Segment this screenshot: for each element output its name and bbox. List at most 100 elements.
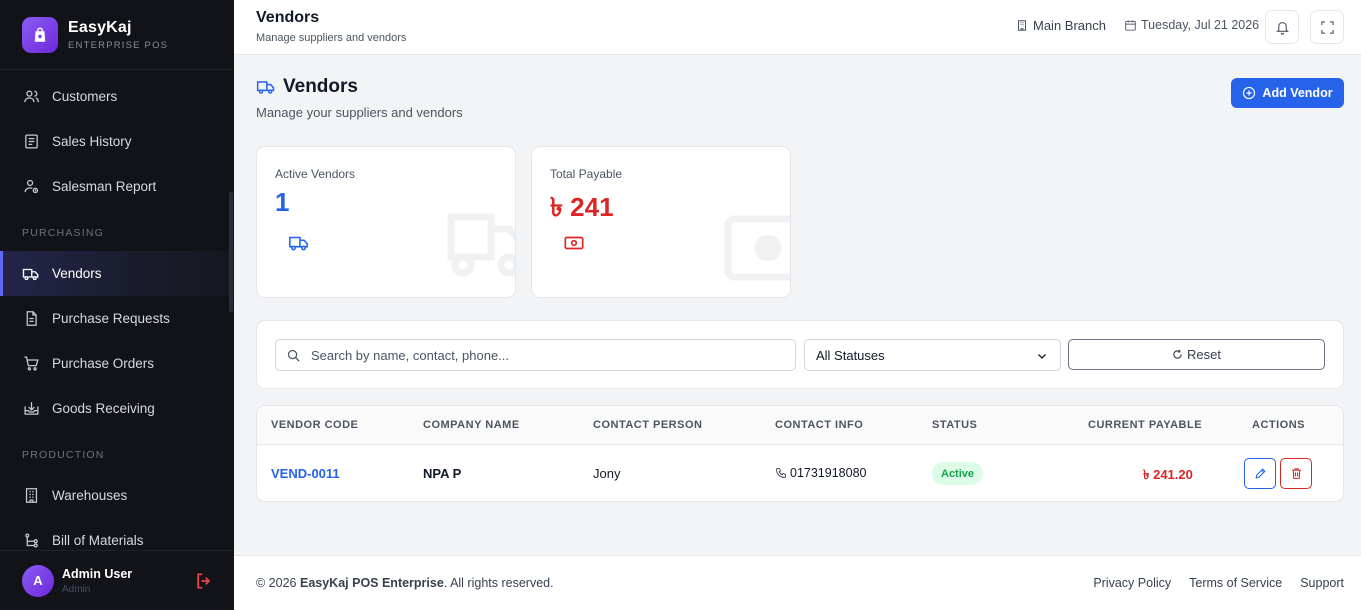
copyright: © 2026 EasyKaj POS Enterprise. All right… — [256, 576, 554, 590]
cash-watermark-icon — [724, 213, 790, 288]
table-row[interactable]: VEND-0011 NPA P Jony 01731918080 Active … — [257, 445, 1343, 501]
sidebar-item-customers[interactable]: Customers — [0, 74, 234, 119]
add-vendor-button[interactable]: Add Vendor — [1231, 78, 1344, 108]
stat-card-total-payable: Total Payable ৳ 241 — [531, 146, 791, 298]
sidebar-item-label: Salesman Report — [52, 179, 157, 194]
sidebar-nav: Customers Sales History Salesman Report … — [0, 70, 234, 563]
add-vendor-label: Add Vendor — [1262, 86, 1333, 100]
footer: © 2026 EasyKaj POS Enterprise. All right… — [234, 555, 1361, 610]
sidebar-item-salesman-report[interactable]: Salesman Report — [0, 164, 234, 209]
current-payable: ৳ 241.20 — [1143, 467, 1193, 482]
sidebar-item-sales-history[interactable]: Sales History — [0, 119, 234, 164]
copyright-suffix: . All rights reserved. — [443, 576, 554, 590]
branch-selector[interactable]: Main Branch — [1016, 18, 1106, 33]
filter-panel: All Statuses Reset — [256, 320, 1344, 389]
column-header: ACTIONS — [1252, 419, 1305, 431]
current-date: Tuesday, Jul 21 2026 — [1124, 18, 1259, 32]
edit-icon — [1254, 467, 1267, 480]
sidebar-item-label: Purchase Requests — [52, 311, 170, 326]
column-header: COMPANY NAME — [423, 419, 520, 431]
avatar: A — [22, 564, 54, 597]
search-box[interactable] — [275, 339, 796, 371]
delete-button[interactable] — [1280, 458, 1312, 489]
column-header: STATUS — [932, 419, 978, 431]
reset-label: Reset — [1187, 347, 1221, 362]
sidebar-item-purchase-requests[interactable]: Purchase Requests — [0, 296, 234, 341]
sidebar-item-warehouses[interactable]: Warehouses — [0, 473, 234, 518]
brand-name: EasyKaj — [68, 18, 132, 36]
refresh-icon — [1172, 349, 1183, 360]
copyright-company: EasyKaj POS Enterprise — [299, 576, 444, 590]
fullscreen-button[interactable] — [1310, 10, 1344, 44]
sidebar-scrollbar[interactable] — [229, 192, 233, 312]
page-title: Vendors — [256, 76, 358, 98]
user-name: Admin User — [62, 566, 133, 581]
logout-icon[interactable] — [194, 571, 214, 591]
brand[interactable]: EasyKaj ENTERPRISE POS — [0, 0, 234, 70]
cash-icon — [562, 232, 586, 259]
company-name: NPA P — [423, 466, 462, 481]
chevron-down-icon — [1036, 350, 1048, 365]
section-purchasing: PURCHASING — [22, 227, 105, 239]
user-chart-icon — [22, 178, 40, 196]
notifications-button[interactable] — [1265, 10, 1299, 44]
phone-icon — [775, 467, 787, 479]
user-role: Admin — [62, 583, 91, 595]
building-icon — [1016, 19, 1028, 32]
sidebar-item-goods-receiving[interactable]: Goods Receiving — [0, 386, 234, 431]
sidebar-item-label: Customers — [52, 89, 118, 104]
stat-value: 1 — [275, 187, 290, 217]
users-icon — [22, 88, 40, 106]
hierarchy-icon — [22, 532, 40, 550]
page-title-text: Vendors — [283, 76, 358, 97]
contact-info: 01731918080 — [775, 466, 866, 480]
search-icon — [286, 348, 301, 363]
bell-icon — [1275, 20, 1290, 35]
main-content: Vendors Manage your suppliers and vendor… — [234, 55, 1361, 555]
sidebar-item-label: Vendors — [52, 266, 102, 281]
phone-number: 01731918080 — [790, 466, 867, 480]
trash-icon — [1290, 467, 1303, 480]
receipt-icon — [22, 133, 40, 151]
status-filter-value: All Statuses — [816, 347, 885, 363]
topbar-subtitle: Manage suppliers and vendors — [256, 32, 407, 44]
reset-button[interactable]: Reset — [1068, 339, 1325, 370]
inbox-download-icon — [22, 400, 40, 418]
status-filter-select[interactable]: All Statuses — [804, 339, 1061, 371]
stat-card-active-vendors: Active Vendors 1 — [256, 146, 516, 298]
column-header: CURRENT PAYABLE — [1088, 419, 1203, 431]
stat-label: Active Vendors — [275, 167, 356, 181]
page-subtitle: Manage your suppliers and vendors — [256, 105, 463, 120]
fullscreen-icon — [1320, 20, 1335, 35]
column-header: VENDOR CODE — [271, 419, 359, 431]
table-header: VENDOR CODE COMPANY NAME CONTACT PERSON … — [257, 406, 1343, 445]
edit-button[interactable] — [1244, 458, 1276, 489]
column-header: CONTACT INFO — [775, 419, 864, 431]
branch-label: Main Branch — [1033, 18, 1106, 33]
truck-icon — [256, 77, 276, 97]
sidebar-item-purchase-orders[interactable]: Purchase Orders — [0, 341, 234, 386]
search-input[interactable] — [311, 347, 791, 363]
vendor-code-link[interactable]: VEND-0011 — [271, 466, 340, 481]
sidebar-item-label: Bill of Materials — [52, 533, 144, 548]
sidebar-item-label: Warehouses — [52, 488, 128, 503]
stat-label: Total Payable — [550, 167, 623, 181]
privacy-policy-link[interactable]: Privacy Policy — [1093, 576, 1171, 590]
terms-of-service-link[interactable]: Terms of Service — [1189, 576, 1282, 590]
user-profile[interactable]: A Admin User Admin — [0, 550, 234, 610]
section-production: PRODUCTION — [22, 449, 105, 461]
topbar-title: Vendors — [256, 9, 320, 26]
support-link[interactable]: Support — [1300, 576, 1344, 590]
topbar: Vendors Manage suppliers and vendors Mai… — [234, 0, 1361, 55]
truck-icon — [287, 232, 311, 259]
footer-links: Privacy Policy Terms of Service Support — [1093, 576, 1344, 590]
vendors-table: VENDOR CODE COMPANY NAME CONTACT PERSON … — [256, 405, 1344, 502]
truck-icon — [22, 265, 40, 283]
date-label: Tuesday, Jul 21 2026 — [1141, 18, 1260, 32]
truck-watermark-icon — [445, 209, 515, 284]
sidebar-item-label: Purchase Orders — [52, 356, 155, 371]
sidebar-item-label: Sales History — [52, 134, 132, 149]
bag-icon — [22, 16, 58, 53]
sidebar-item-vendors[interactable]: Vendors — [0, 251, 234, 296]
calendar-icon — [1124, 19, 1137, 32]
